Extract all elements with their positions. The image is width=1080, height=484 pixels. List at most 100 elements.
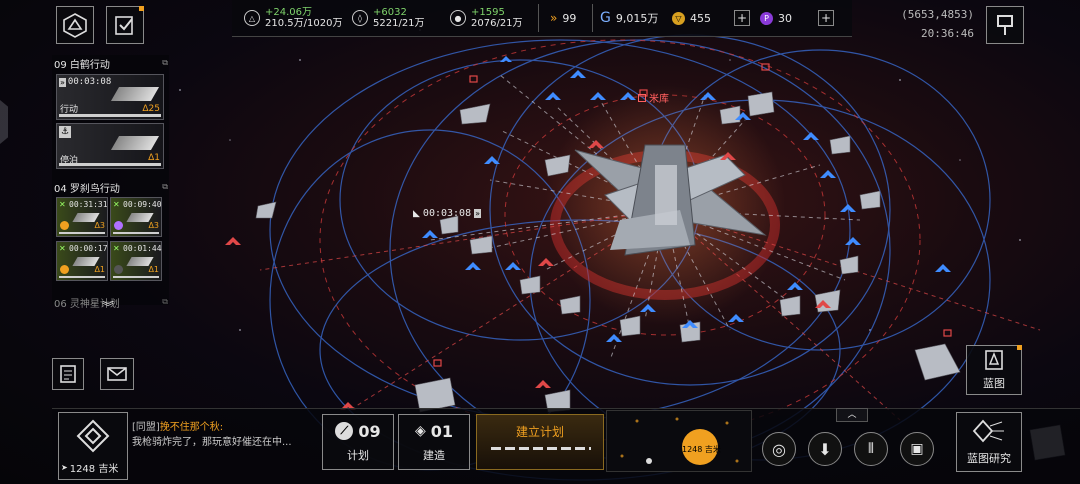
ship-image: [110, 136, 160, 150]
collapse-toolbar-button[interactable]: ︿: [836, 408, 868, 422]
minimap-distance: 1248 吉米: [682, 445, 721, 454]
bookmark-button[interactable]: [986, 6, 1024, 44]
plan-icon: ⟋: [335, 422, 354, 440]
credits-icon: G: [600, 10, 611, 26]
add-gold-button[interactable]: +: [734, 10, 750, 26]
mini-fleet-card[interactable]: ✕ 00:01:44 Δ1: [110, 241, 162, 281]
speed-up-icon: »: [474, 209, 481, 218]
premium-value: 30: [778, 11, 792, 25]
minimap-canvas: [620, 417, 739, 465]
mini-fleet-timer: 00:00:17: [69, 244, 108, 253]
mini-fleet-progress: [59, 232, 105, 234]
build-label: 建造: [423, 448, 445, 462]
game-screen: 米库 ◣ 00:03:08 » △ +24.06万 210.5万/1020万 ◊ …: [0, 0, 1080, 484]
mini-fleet-timer: 00:31:31: [69, 200, 108, 209]
fleet-group-header[interactable]: 09 白鹤行动 ⧉: [54, 56, 168, 71]
expand-icon: ⧉: [162, 58, 168, 67]
chat-box[interactable]: [同盟]挽不住那个秋: 我枪骑炸完了，那玩意好催还在中...: [132, 420, 312, 476]
fleet-level: Δ1: [148, 153, 160, 163]
premium-resource[interactable]: P 30: [760, 0, 792, 36]
fleet-card[interactable]: ⚓ 停泊 Δ1: [56, 123, 164, 169]
status-dot-icon: [60, 221, 69, 230]
fleet-card[interactable]: » 00:03:08 行动 Δ25: [56, 74, 164, 120]
mini-fleet-card[interactable]: ✕ 00:31:31 Δ3: [56, 197, 108, 237]
clipboard-check-icon: [115, 16, 133, 35]
chat-channel: [同盟]: [132, 422, 160, 433]
plan-label: 计划: [347, 448, 369, 462]
mini-fleet-level: Δ3: [94, 221, 105, 230]
fleet-timer: 00:03:08: [67, 77, 112, 87]
chat-message: 我枪骑炸完了，那玩意好催还在中...: [132, 437, 292, 448]
status-dot-icon: [60, 265, 69, 274]
coordinates: (5653,4853): [901, 8, 974, 21]
notes-button[interactable]: [52, 358, 84, 390]
add-premium-button[interactable]: +: [818, 10, 834, 26]
radar-button[interactable]: ◎: [762, 432, 796, 466]
mini-fleet-progress: [59, 276, 105, 278]
mini-fleet-level: Δ3: [148, 221, 159, 230]
folder-icon: ▣: [910, 441, 924, 457]
fleet-group-header[interactable]: 04 罗刹鸟行动 ⧉: [54, 180, 168, 195]
expand-icon: ⧉: [162, 182, 168, 191]
document-icon: [60, 365, 76, 383]
fleet-progress: [59, 163, 161, 166]
plus-icon: +: [820, 11, 832, 25]
base-label: 米库: [649, 94, 669, 105]
credits-resource[interactable]: G 9,015万: [600, 0, 658, 36]
mini-fleet-card[interactable]: ✕ 00:00:17 Δ1: [56, 241, 108, 281]
storage-button[interactable]: ▣: [900, 432, 934, 466]
mini-fleet-card[interactable]: ✕ 00:09:40 Δ3: [110, 197, 162, 237]
gold-resource[interactable]: ▽ 455: [672, 0, 711, 36]
deuterium-delta: +1595: [471, 7, 505, 18]
resource-crystal[interactable]: ◊ +6032 5221/21万: [352, 0, 425, 36]
base-marker-icon: [638, 93, 646, 102]
fleet-level: Δ25: [142, 104, 160, 114]
gold-icon: ▽: [672, 11, 685, 25]
mini-fleet-level: Δ1: [148, 265, 159, 274]
build-plan-progress: [491, 447, 591, 450]
crew-button[interactable]: ⫴: [854, 432, 888, 466]
download-button[interactable]: ⬇: [808, 432, 842, 466]
build-plan-button[interactable]: 建立计划: [476, 414, 604, 470]
side-drawer-handle[interactable]: [0, 100, 8, 144]
plus-icon: +: [736, 11, 748, 25]
mini-fleet-timer: 00:09:40: [123, 200, 162, 209]
resource-deuterium[interactable]: ● +1595 2076/21万: [450, 0, 523, 36]
plan-button[interactable]: ⟋ 09 计划: [322, 414, 394, 470]
divider: [538, 4, 539, 32]
blueprint-button[interactable]: 蓝图: [966, 345, 1022, 395]
build-icon: ◈: [414, 423, 426, 439]
blueprint-icon: [985, 350, 1003, 370]
resource-alloy[interactable]: △ +24.06万 210.5万/1020万: [244, 0, 342, 36]
download-icon: ⬇: [818, 439, 832, 459]
chat-sender: 挽不住那个秋:: [159, 422, 224, 433]
expand-icon: ⧉: [162, 297, 168, 306]
credits-value: 9,015万: [615, 12, 659, 25]
crystal-icon: ◊: [352, 10, 368, 26]
notification-dot: [139, 6, 144, 11]
alliance-button[interactable]: ➤ 1248 吉米: [58, 412, 128, 480]
mission-icon: ✕: [59, 244, 66, 253]
badge-resource[interactable]: » 99: [550, 0, 576, 36]
clock: 20:36:46: [921, 27, 974, 40]
anchor-icon: ⚓: [59, 126, 71, 138]
galaxy-icon: [63, 13, 87, 38]
mail-icon: [107, 367, 127, 381]
alloy-icon: △: [244, 10, 260, 26]
map-fleet-timer[interactable]: ◣ 00:03:08 »: [413, 208, 481, 219]
build-button[interactable]: ◈ 01 建造: [398, 414, 470, 470]
fleet-group-title: 04 罗刹鸟行动: [54, 183, 120, 195]
tasks-button[interactable]: [106, 6, 144, 44]
galaxy-button[interactable]: [56, 6, 94, 44]
ship-image: [110, 87, 160, 101]
status-dot-icon: [114, 221, 123, 230]
chevron-up-icon: ︿: [847, 410, 857, 420]
minimap[interactable]: 1248 吉米: [606, 410, 752, 472]
mail-button[interactable]: [100, 358, 134, 390]
radar-icon: ◎: [772, 439, 786, 459]
blueprint-research-button[interactable]: 蓝图研究: [956, 412, 1022, 472]
base-marker[interactable]: 米库: [638, 90, 669, 105]
chevron-down-icon[interactable]: ︾: [102, 298, 114, 315]
mini-fleet-progress: [113, 276, 159, 278]
gold-value: 455: [690, 11, 711, 25]
